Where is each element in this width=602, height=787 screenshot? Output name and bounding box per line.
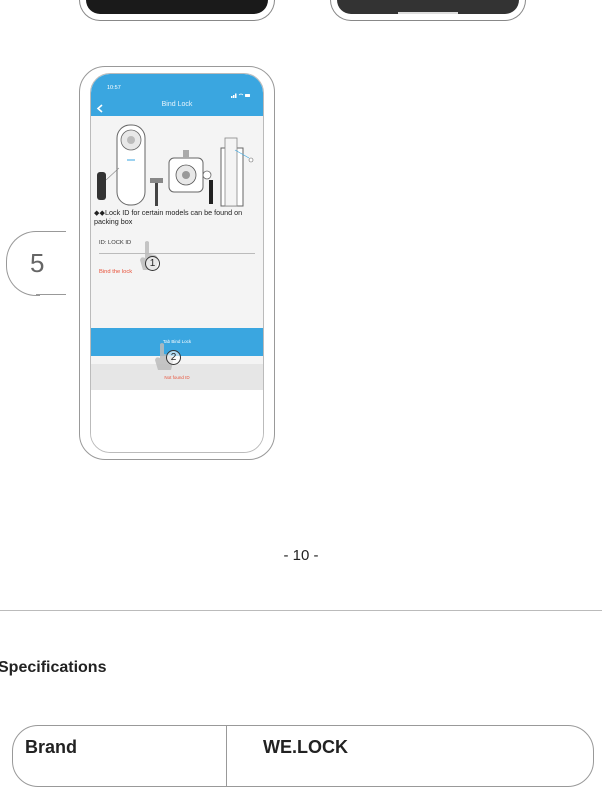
app-content: ◆◆Lock ID for certain models can be foun… [91, 116, 263, 378]
marker-1: 1 [145, 256, 160, 271]
step-number: 5 [30, 248, 45, 278]
page-divider [0, 610, 602, 611]
id-label: ID: LOCK ID [99, 240, 132, 246]
not-found-id-label: Not found ID [164, 375, 190, 380]
lock-id-note: ◆◆Lock ID for certain models can be foun… [94, 208, 243, 226]
app-title: Bind Lock [161, 101, 193, 108]
phone-screen: 10:57 Bind Lock ◆◆Lock ID for certain mo… [90, 73, 264, 453]
page-number: - 10 - [283, 547, 319, 564]
not-found-id-button[interactable]: Not found ID [91, 364, 263, 390]
marker-2: 2 [166, 350, 181, 365]
home-indicator [398, 12, 458, 14]
signal-icon [231, 85, 251, 103]
app-header: 10:57 Bind Lock [91, 74, 263, 116]
lock-models-illustration [97, 124, 254, 207]
status-time: 10:57 [107, 85, 121, 91]
phone-partial-right [330, 0, 526, 21]
bind-the-lock-link[interactable]: Bind the lock [99, 269, 132, 275]
step-badge-line-bottom [36, 294, 66, 295]
phone-partial-left-screen [86, 0, 268, 14]
step-badge-cover [40, 226, 70, 300]
phone-partial-left [79, 0, 275, 21]
spec-table-divider [226, 726, 227, 786]
step-badge-line-top [36, 231, 66, 232]
phone-frame: 10:57 Bind Lock ◆◆Lock ID for certain mo… [79, 66, 275, 460]
section-title: Specifications [0, 659, 107, 676]
spec-table: Brand WE.LOCK [12, 725, 594, 787]
phone-bottom-area [91, 390, 263, 452]
lock-id-input[interactable] [99, 253, 255, 254]
